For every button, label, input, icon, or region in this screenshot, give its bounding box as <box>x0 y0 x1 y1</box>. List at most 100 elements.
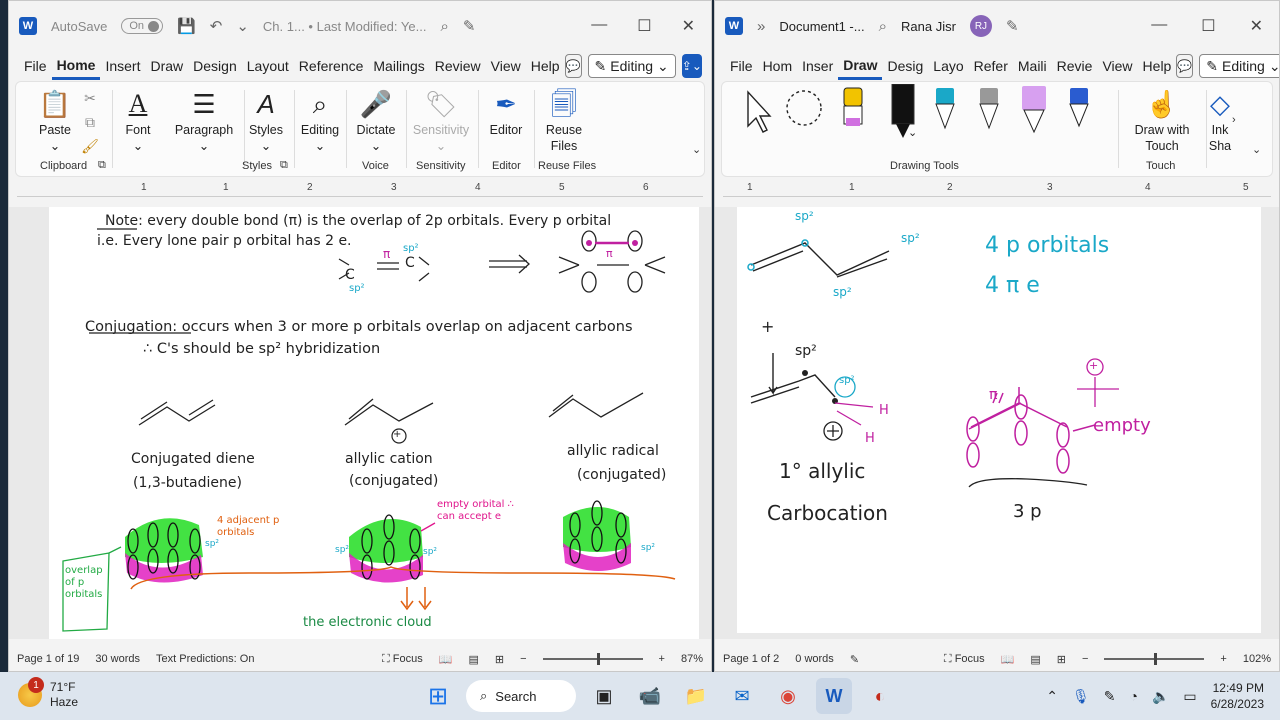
task-view-icon[interactable]: ▣ <box>586 678 622 714</box>
tab-mailings[interactable]: Mailings <box>368 54 429 78</box>
document-canvas-right[interactable]: sp² sp² sp² 4 p orbitals 4 π e + sp² sp²… <box>715 207 1279 639</box>
teams-icon[interactable]: 📹 <box>632 678 668 714</box>
reuse-files-button[interactable]: 🗐 Reuse Files <box>538 86 590 154</box>
undo-icon[interactable]: ↶ <box>210 17 223 35</box>
dialog-launcher-icon[interactable]: ⧉ <box>98 159 106 172</box>
comments-button-right[interactable]: 💬 <box>1176 54 1194 78</box>
tab-insert[interactable]: Insert <box>100 54 145 78</box>
draw-with-touch-button[interactable]: ☝ Draw with Touch <box>1120 86 1204 154</box>
word-count-right[interactable]: 0 words <box>795 653 834 665</box>
tab-layout[interactable]: Layout <box>242 54 294 78</box>
weather-widget[interactable]: 1 71°F Haze <box>18 677 78 710</box>
dictate-button[interactable]: 🎤 Dictate ⌄ <box>352 86 400 154</box>
close-icon[interactable]: ✕ <box>682 16 695 36</box>
tab-view-right[interactable]: View <box>1097 54 1137 78</box>
tab-file[interactable]: File <box>19 54 52 78</box>
tab-design-right[interactable]: Desig <box>882 54 928 78</box>
user-name[interactable]: Rana Jisr <box>901 19 956 34</box>
ribbon-scroll-right-icon[interactable]: › <box>1232 114 1236 126</box>
search-icon-right[interactable]: ⌕ <box>879 18 887 35</box>
page-count[interactable]: Page 1 of 19 <box>17 653 79 665</box>
tab-draw[interactable]: Draw <box>145 54 188 78</box>
paragraph-button[interactable]: ☰ Paragraph ⌄ <box>168 86 240 154</box>
word-taskbar-icon[interactable]: W <box>816 678 852 714</box>
page-count-right[interactable]: Page 1 of 2 <box>723 653 779 665</box>
document-canvas[interactable]: Note: every double bond (π) is the overl… <box>9 207 711 639</box>
tab-help[interactable]: Help <box>526 54 565 78</box>
taskbar-search[interactable]: ⌕ Search <box>466 680 576 712</box>
share-button[interactable]: ⇪⌄ <box>681 54 702 78</box>
read-mode-icon-right[interactable]: 📖 <box>1001 653 1015 666</box>
tab-review[interactable]: Review <box>430 54 486 78</box>
editing-mode-button-right[interactable]: ✎ Editing ⌄ <box>1199 54 1279 78</box>
editor-button[interactable]: ✒ Editor <box>482 86 530 138</box>
chrome-icon[interactable]: ◉ <box>770 678 806 714</box>
font-button[interactable]: A Font ⌄ <box>118 86 158 154</box>
styles-button[interactable]: A Styles ⌄ <box>246 86 286 154</box>
copy-icon[interactable]: ⧉ <box>80 110 100 134</box>
maximize-icon[interactable]: ☐ <box>637 16 651 36</box>
cut-icon[interactable]: ✂ <box>80 86 100 110</box>
document-title-right[interactable]: Document1 -... <box>779 19 864 34</box>
collapse-ribbon-icon[interactable]: ⌄ <box>692 143 701 156</box>
tab-home[interactable]: Home <box>51 53 101 80</box>
tab-help-right[interactable]: Help <box>1138 54 1177 78</box>
search-icon[interactable]: ⌕ <box>440 18 448 35</box>
zoom-out-icon-right[interactable]: − <box>1082 653 1088 665</box>
tab-home-right[interactable]: Hom <box>758 54 798 78</box>
minimize-icon-right[interactable]: — <box>1151 16 1167 36</box>
volume-icon[interactable]: 🔈 <box>1152 688 1169 705</box>
minimize-icon[interactable]: — <box>591 16 607 36</box>
pen-icon-right[interactable]: ✎ <box>1006 17 1019 35</box>
close-icon-right[interactable]: ✕ <box>1250 16 1263 36</box>
pen-tool-black[interactable] <box>888 82 918 142</box>
save-icon[interactable]: 💾 <box>177 17 196 35</box>
tab-file-right[interactable]: File <box>725 54 758 78</box>
word-count[interactable]: 30 words <box>95 653 140 665</box>
focus-button[interactable]: ⛶ Focus <box>382 653 423 666</box>
tab-layout-right[interactable]: Layo <box>928 54 968 78</box>
autosave-toggle[interactable]: On <box>121 18 164 34</box>
zoom-in-icon-right[interactable]: + <box>1220 653 1226 665</box>
web-layout-icon-right[interactable]: ⊞ <box>1057 653 1066 666</box>
text-predictions[interactable]: Text Predictions: On <box>156 653 254 665</box>
microphone-tray-icon[interactable]: 🎙 <box>1072 688 1090 705</box>
app-icon[interactable]: ◐ <box>862 678 898 714</box>
pen-icon[interactable]: ✎ <box>463 17 476 35</box>
sensitivity-button[interactable]: 🏷 Sensitivity ⌄ <box>408 86 474 154</box>
comments-button[interactable]: 💬 <box>564 54 582 78</box>
document-page-right[interactable]: sp² sp² sp² 4 p orbitals 4 π e + sp² sp²… <box>737 207 1261 633</box>
zoom-slider[interactable] <box>542 653 643 665</box>
clock[interactable]: 12:49 PM 6/28/2023 <box>1211 680 1264 712</box>
tab-references-right[interactable]: Refer <box>969 54 1013 78</box>
tab-insert-right[interactable]: Inser <box>797 54 838 78</box>
zoom-slider-right[interactable] <box>1104 653 1205 665</box>
format-painter-icon[interactable]: 🖌 <box>80 134 100 158</box>
ink-to-shape-button[interactable]: ◇ Ink Sha <box>1208 86 1232 154</box>
focus-button-right[interactable]: ⛶ Focus <box>944 653 985 666</box>
pen-tray-icon[interactable]: ✎ <box>1104 688 1116 705</box>
tab-draw-right[interactable]: Draw <box>838 53 883 80</box>
proofing-icon[interactable]: ✎ <box>850 653 859 666</box>
tab-design[interactable]: Design <box>188 54 242 78</box>
print-layout-icon-right[interactable]: ▤ <box>1030 653 1040 666</box>
tab-mailings-right[interactable]: Maili <box>1013 54 1052 78</box>
chevron-down-icon[interactable]: ⌄ <box>236 17 249 35</box>
paste-button[interactable]: 📋 Paste ⌄ <box>26 86 84 154</box>
chevron-up-icon[interactable]: ⌃ <box>1046 688 1058 705</box>
styles-launcher-icon[interactable]: ⧉ <box>280 159 288 172</box>
tab-review-right[interactable]: Revie <box>1052 54 1098 78</box>
zoom-in-icon[interactable]: + <box>659 653 665 665</box>
collapse-ribbon-icon-right[interactable]: ⌄ <box>1252 143 1261 156</box>
editing-mode-button[interactable]: ✎ Editing ⌄ <box>587 54 676 78</box>
read-mode-icon[interactable]: 📖 <box>439 653 453 666</box>
more-commands-icon[interactable]: » <box>757 18 765 35</box>
zoom-level[interactable]: 87% <box>681 653 703 665</box>
wifi-icon[interactable]: ◔ <box>1129 688 1137 704</box>
file-explorer-icon[interactable]: 📁 <box>678 678 714 714</box>
web-layout-icon[interactable]: ⊞ <box>495 653 504 666</box>
print-layout-icon[interactable]: ▤ <box>468 653 478 666</box>
battery-icon[interactable]: ▭ <box>1183 688 1196 705</box>
tab-references[interactable]: Reference <box>294 54 369 78</box>
zoom-level-right[interactable]: 102% <box>1243 653 1271 665</box>
